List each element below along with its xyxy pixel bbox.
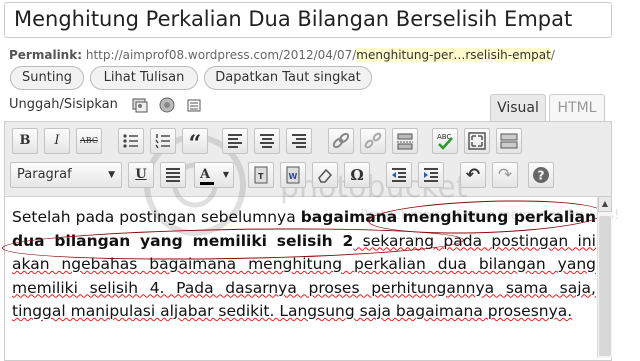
permalink-label: Permalink:: [9, 48, 83, 62]
kitchen-sink-button[interactable]: [496, 128, 522, 154]
add-media-icon[interactable]: [159, 97, 175, 113]
fullscreen-icon: [468, 132, 486, 150]
align-right-icon: [292, 134, 306, 148]
align-center-icon: [260, 134, 274, 148]
numbered-list-button[interactable]: [150, 128, 176, 154]
strikethrough-button[interactable]: ABC: [76, 128, 102, 154]
scroll-up-arrow-icon[interactable]: ▲: [598, 196, 612, 212]
help-button[interactable]: ?: [528, 162, 554, 188]
bold-button[interactable]: B: [12, 128, 38, 154]
permalink-slug[interactable]: menghitung-per…rselisih-empat: [356, 48, 551, 62]
content-intro: Setelah pada postingan sebelumnya: [12, 208, 301, 226]
paste-text-icon: T: [254, 166, 268, 184]
format-select-value: Paragraf: [17, 167, 72, 182]
paste-word-icon: W: [286, 166, 300, 184]
insert-link-button[interactable]: [328, 128, 354, 154]
spellcheck-icon: ABC: [437, 133, 453, 150]
text-color-button[interactable]: A ▼: [194, 162, 234, 188]
permalink-row: Permalink: http://aimprof08.wordpress.co…: [9, 48, 555, 62]
align-center-button[interactable]: [254, 128, 280, 154]
insert-more-button[interactable]: [392, 128, 418, 154]
permalink-tail: /: [550, 48, 555, 62]
bullet-list-button[interactable]: [118, 128, 144, 154]
get-shortlink-button[interactable]: Dapatkan Taut singkat: [204, 66, 372, 90]
redo-button[interactable]: ↷: [492, 162, 518, 188]
help-label: ?: [538, 169, 545, 183]
fullscreen-button[interactable]: [464, 128, 490, 154]
unlink-icon: [364, 132, 382, 149]
align-left-icon: [228, 134, 242, 148]
indent-button[interactable]: [418, 162, 444, 188]
more-tag-icon: [397, 133, 413, 150]
text-color-swatch: [200, 182, 214, 185]
outdent-button[interactable]: [386, 162, 412, 188]
spellcheck-button[interactable]: ABC: [432, 128, 458, 154]
clear-formatting-button[interactable]: [312, 162, 338, 188]
justify-icon: [166, 168, 180, 182]
eraser-icon: [318, 168, 333, 183]
help-icon: ?: [533, 167, 549, 183]
italic-button[interactable]: I: [44, 128, 70, 154]
scrollbar-thumb[interactable]: [599, 216, 611, 356]
tab-visual[interactable]: Visual: [490, 94, 546, 121]
permalink-base: http://aimprof08.wordpress.com/2012/04/0…: [85, 48, 357, 62]
align-left-button[interactable]: [222, 128, 248, 154]
paste-text-button[interactable]: T: [248, 162, 274, 188]
edit-permalink-button[interactable]: Sunting: [10, 66, 84, 90]
underline-button[interactable]: U: [128, 162, 154, 188]
numbered-list-icon: [155, 134, 170, 149]
text-color-chevron-icon[interactable]: ▼: [223, 163, 229, 187]
view-post-button[interactable]: Lihat Tulisan: [90, 66, 198, 90]
post-title-field[interactable]: Menghitung Perkalian Dua Bilangan Bersel…: [4, 2, 612, 38]
outdent-icon: [392, 168, 406, 182]
tab-html[interactable]: HTML: [549, 94, 605, 121]
svg-text:T: T: [258, 172, 264, 181]
chevron-down-icon: ▼: [108, 170, 115, 180]
toolbar-toggle-icon: [500, 133, 518, 149]
svg-text:W: W: [289, 172, 298, 181]
align-right-button[interactable]: [286, 128, 312, 154]
blockquote-button[interactable]: “: [182, 128, 208, 157]
text-color-label: A: [200, 167, 211, 182]
paste-word-button[interactable]: W: [280, 162, 306, 188]
upload-insert-label: Unggah/Sisipkan: [9, 97, 118, 112]
link-icon: [332, 132, 350, 149]
indent-icon: [424, 168, 438, 182]
add-image-icon[interactable]: [132, 97, 148, 113]
post-title-text: Menghitung Perkalian Dua Bilangan Bersel…: [14, 7, 573, 31]
bullet-list-icon: [123, 134, 138, 148]
undo-button[interactable]: ↶: [460, 162, 486, 188]
special-character-button[interactable]: Ω: [344, 162, 370, 188]
justify-button[interactable]: [160, 162, 186, 188]
unlink-button[interactable]: [360, 128, 386, 154]
format-select[interactable]: Paragraf ▼: [10, 162, 122, 188]
media-library-icon[interactable]: [186, 97, 202, 113]
